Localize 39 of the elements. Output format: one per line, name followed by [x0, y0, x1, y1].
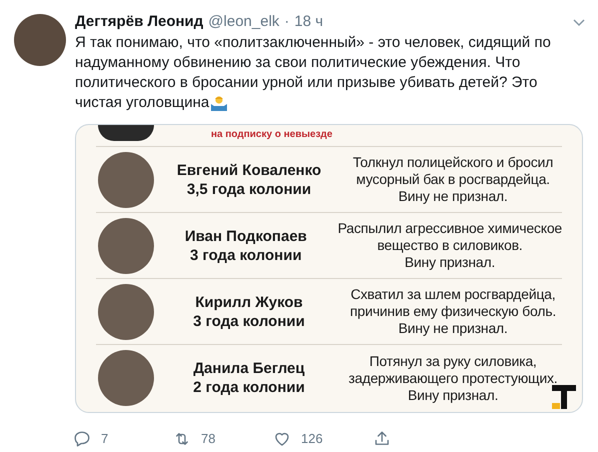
tweet-text-line: чистая уголовщина	[75, 93, 210, 113]
dot-separator: ·	[284, 12, 290, 32]
tweet-text-line: надуманному обвинению за свои политические убеждения. Что	[75, 53, 520, 73]
shrugging-person-icon	[210, 95, 228, 111]
description-line: Толкнул полицейского и бросил	[352, 154, 554, 171]
sentence-text: 3 года колонии	[190, 246, 302, 264]
description-line: Схватил за шлем росгвардейца,	[350, 286, 556, 303]
sentence-text: 3,5 года колонии	[186, 180, 312, 198]
speech-bubble-icon	[73, 430, 91, 448]
description-line: Вину не признал.	[398, 320, 508, 337]
author-name[interactable]: Дегтярёв Леонид	[75, 12, 204, 32]
person-name: Кирилл Жуков	[195, 292, 303, 312]
note-text: на подписку о невыезде	[211, 128, 332, 142]
avatar[interactable]	[14, 14, 66, 66]
description-line: Потянул за руку силовика,	[369, 352, 537, 370]
description-line: Вину не признал.	[398, 188, 508, 205]
description-line: причинив ему физическую боль.	[350, 303, 556, 320]
author-handle[interactable]: @leon_elk	[208, 12, 280, 32]
description-line: Вину признал.	[404, 254, 496, 271]
sentence-text: 2 года колонии	[193, 378, 305, 397]
share-icon	[373, 430, 391, 448]
person-name: Иван Подкопаев	[184, 226, 307, 246]
tweet-text-line: политического в бросании урной или призыве убивать детей? Это	[75, 73, 538, 93]
description-line: Вину признал.	[408, 386, 498, 404]
action-count: 126	[301, 430, 323, 448]
description-line: Распылил агрессивное химическое	[338, 220, 562, 237]
person-name: Данила Беглец	[193, 359, 305, 378]
portrait-placeholder	[98, 125, 154, 141]
description-line: мусорный бак в росгвардейца.	[356, 171, 550, 188]
sentence-text: 3 года колонии	[193, 312, 305, 330]
tweet-text-line: Я так понимаю, что «политзаключенный» - это человек, сидящий по	[75, 33, 551, 53]
infographic-card[interactable]	[75, 124, 583, 413]
action-count: 7	[101, 430, 108, 448]
description-line: вещество в силовиков.	[377, 237, 522, 254]
person-name: Евгений Коваленко	[176, 160, 322, 180]
action-count: 78	[201, 430, 216, 448]
tweet-time[interactable]: 18 ч	[294, 12, 324, 32]
description-line: задерживающего протестующих.	[348, 370, 558, 386]
t-logo-icon	[552, 385, 576, 409]
